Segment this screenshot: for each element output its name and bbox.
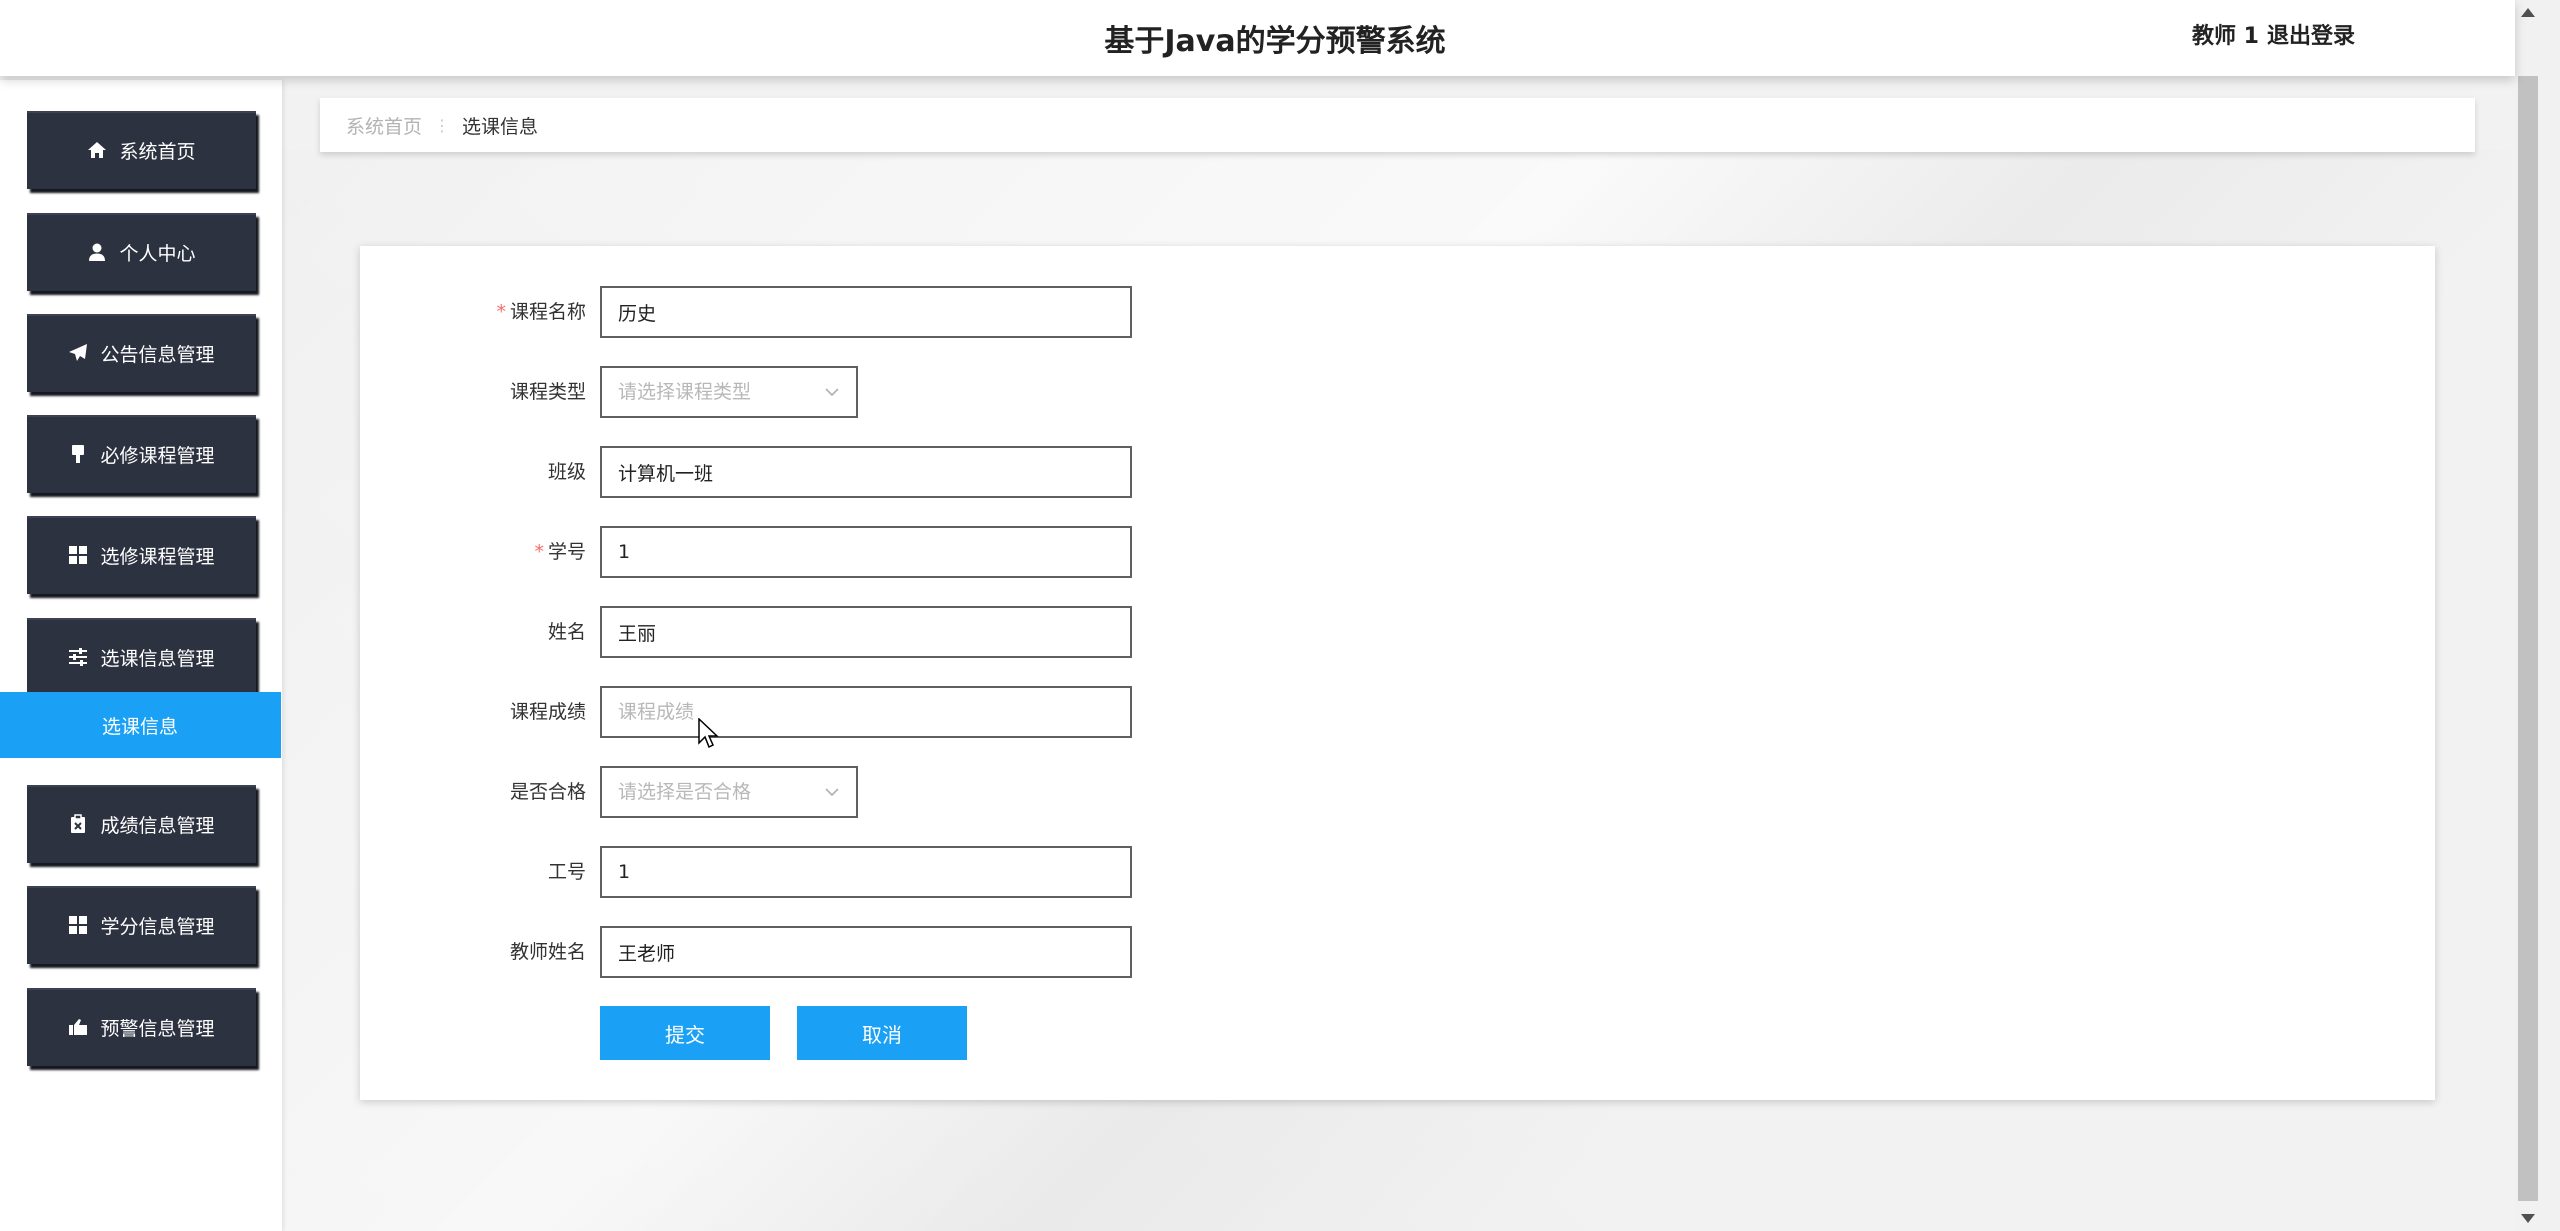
- form-row-course-name: * 课程名称: [360, 286, 2435, 338]
- sidebar-item-label: 学分信息管理: [100, 915, 215, 938]
- top-header: 基于Java的学分预警系统 教师 1 退出登录: [0, 0, 2515, 76]
- paper-plane-icon: [69, 344, 88, 361]
- teacher-name-label: 教师姓名: [509, 941, 586, 963]
- form-card: *课程名称 课程类型 请选择课程类型 班级 *学号 姓名 课程成绩 是否合格 请…: [360, 246, 2435, 1100]
- breadcrumb-separator: ⋮: [434, 115, 451, 135]
- form-row-class: 班级: [360, 446, 2435, 498]
- course-type-select[interactable]: 请选择课程类型: [600, 366, 858, 418]
- name-label: 姓名: [547, 621, 586, 643]
- required-mark: *: [534, 541, 544, 563]
- student-id-label: * 学号: [534, 541, 586, 563]
- form-row-teacher-name: 教师姓名: [360, 926, 2435, 978]
- course-name-input[interactable]: [600, 286, 1132, 338]
- required-mark: *: [496, 301, 506, 323]
- teacher-id-label: 工号: [547, 861, 586, 883]
- grid-icon: [69, 546, 88, 564]
- form-row-name: 姓名: [360, 606, 2435, 658]
- sidebar-item-label: 公告信息管理: [100, 343, 215, 366]
- sidebar-item-label: 选修课程管理: [100, 545, 215, 568]
- passed-label: 是否合格: [509, 781, 586, 803]
- score-input[interactable]: [600, 686, 1132, 738]
- brush-icon: [72, 445, 85, 463]
- user-icon: [89, 243, 106, 261]
- sidebar-subitem-label: 选课信息: [102, 715, 179, 738]
- course-name-label: * 课程名称: [496, 301, 586, 323]
- scrollbar-thumb[interactable]: [2518, 76, 2538, 1201]
- home-icon: [88, 142, 107, 158]
- form-row-course-type: 课程类型 请选择课程类型: [360, 366, 2435, 418]
- breadcrumb: 系统首页 ⋮ 选课信息: [320, 98, 2475, 152]
- breadcrumb-home[interactable]: 系统首页: [346, 112, 422, 139]
- sidebar-item-elective-course[interactable]: 选修课程管理: [27, 516, 256, 594]
- sidebar-item-label: 选课信息管理: [100, 647, 215, 670]
- current-user: 教师 1: [2192, 24, 2259, 49]
- sidebar-item-label: 成绩信息管理: [100, 814, 215, 837]
- sidebar: 系统首页 个人中心 公告信息管理 必修课程管理 选修课程管理 选课信息管理 选课…: [0, 80, 282, 1231]
- clipboard-icon: [71, 814, 86, 833]
- form-row-score: 课程成绩: [360, 686, 2435, 738]
- sidebar-item-home[interactable]: 系统首页: [27, 111, 256, 189]
- grid-icon: [69, 916, 88, 934]
- name-input[interactable]: [600, 606, 1132, 658]
- course-type-placeholder: 请选择课程类型: [618, 381, 752, 403]
- teacher-id-input[interactable]: [600, 846, 1132, 898]
- sidebar-item-label: 必修课程管理: [100, 444, 215, 467]
- form-row-teacher-id: 工号: [360, 846, 2435, 898]
- form-row-passed: 是否合格 请选择是否合格: [360, 766, 2435, 818]
- sidebar-item-notice[interactable]: 公告信息管理: [27, 314, 256, 392]
- student-id-input[interactable]: [600, 526, 1132, 578]
- sidebar-item-score-management[interactable]: 成绩信息管理: [27, 785, 256, 863]
- submit-button[interactable]: 提交: [600, 1006, 770, 1060]
- course-type-label: 课程类型: [509, 381, 586, 403]
- teacher-name-input[interactable]: [600, 926, 1132, 978]
- sidebar-item-personal-center[interactable]: 个人中心: [27, 213, 256, 291]
- sidebar-subitem-selection-info[interactable]: 选课信息: [0, 692, 281, 758]
- sliders-icon: [69, 648, 88, 666]
- class-label: 班级: [547, 461, 586, 483]
- sidebar-item-label: 系统首页: [119, 140, 196, 163]
- form-row-student-id: * 学号: [360, 526, 2435, 578]
- sidebar-item-label: 个人中心: [119, 242, 196, 265]
- scroll-down-arrow-icon[interactable]: [2521, 1214, 2535, 1223]
- class-input[interactable]: [600, 446, 1132, 498]
- chevron-down-icon: [825, 788, 839, 797]
- breadcrumb-current: 选课信息: [462, 115, 539, 138]
- chevron-down-icon: [825, 388, 839, 397]
- sidebar-item-label: 预警信息管理: [100, 1017, 215, 1040]
- logout-link[interactable]: 退出登录: [2267, 18, 2355, 50]
- sidebar-item-required-course[interactable]: 必修课程管理: [27, 415, 256, 493]
- passed-placeholder: 请选择是否合格: [618, 781, 752, 803]
- cancel-button[interactable]: 取消: [797, 1006, 967, 1060]
- sidebar-item-warning-management[interactable]: 预警信息管理: [27, 988, 256, 1066]
- sidebar-item-credit-management[interactable]: 学分信息管理: [27, 886, 256, 964]
- app-title: 基于Java的学分预警系统: [1104, 24, 1446, 59]
- score-label: 课程成绩: [509, 701, 586, 723]
- megaphone-icon: [69, 1019, 88, 1035]
- sidebar-item-selection-management[interactable]: 选课信息管理: [27, 618, 256, 696]
- mouse-cursor-icon: [698, 718, 719, 749]
- passed-select[interactable]: 请选择是否合格: [600, 766, 858, 818]
